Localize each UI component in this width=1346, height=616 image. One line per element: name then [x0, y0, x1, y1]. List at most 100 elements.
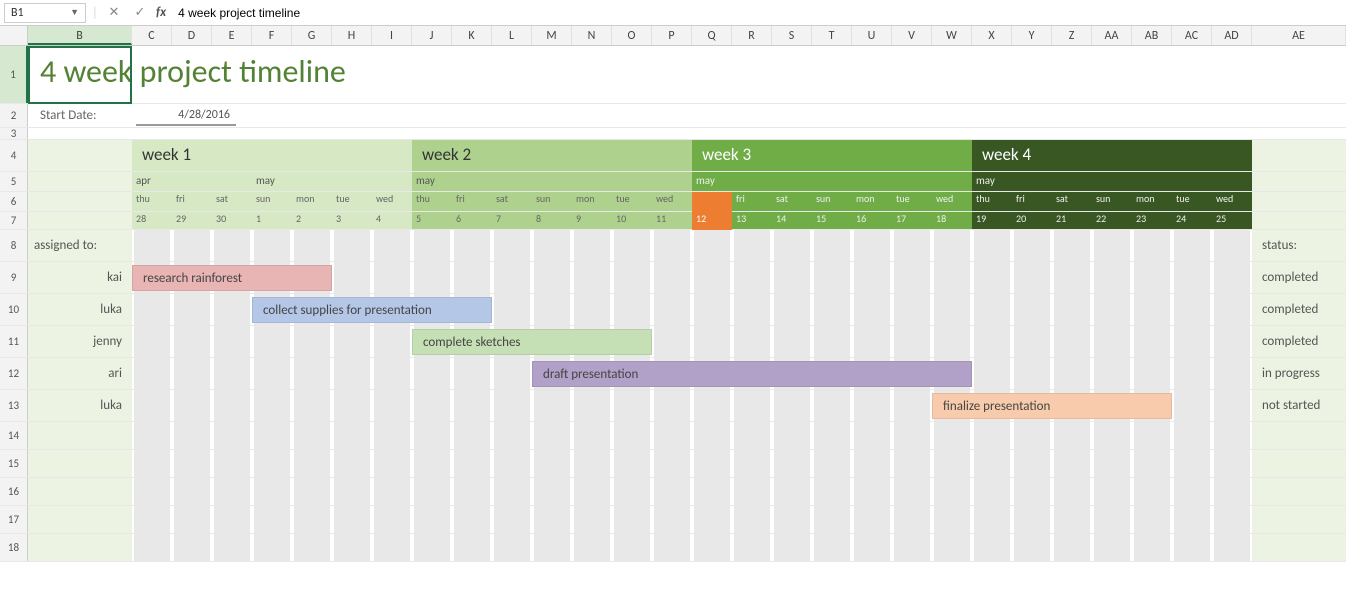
task-bar[interactable]: draft presentation: [532, 361, 972, 387]
row-header-11[interactable]: 11: [0, 326, 28, 357]
dow-8: fri: [456, 192, 465, 205]
row-header-18[interactable]: 18: [0, 534, 28, 561]
task-bar[interactable]: complete sketches: [412, 329, 652, 355]
month-label-2: may: [416, 174, 435, 187]
col-header-L[interactable]: L: [492, 26, 532, 45]
col-header-T[interactable]: T: [812, 26, 852, 45]
row-header-1[interactable]: 1: [0, 46, 28, 103]
assignee-cell[interactable]: kai: [28, 262, 128, 294]
col-header-F[interactable]: F: [252, 26, 292, 45]
daynum-14: 12: [696, 212, 706, 225]
dow-7: thu: [416, 192, 430, 205]
daynum-9: 7: [496, 212, 501, 225]
col-header-Y[interactable]: Y: [1012, 26, 1052, 45]
row-header-2[interactable]: 2: [0, 104, 28, 127]
status-cell[interactable]: completed: [1256, 262, 1318, 294]
col-header-G[interactable]: G: [292, 26, 332, 45]
check-icon[interactable]: ✓: [130, 5, 150, 20]
task-bar[interactable]: collect supplies for presentation: [252, 297, 492, 323]
dow-27: wed: [1216, 192, 1233, 205]
dow-3: sun: [256, 192, 270, 205]
row-header-8[interactable]: 8: [0, 230, 28, 261]
cancel-icon[interactable]: ✕: [104, 5, 124, 20]
row-header-3[interactable]: 3: [0, 128, 28, 139]
dow-18: mon: [856, 192, 875, 205]
week-label-1: week 1: [142, 144, 191, 165]
col-header-R[interactable]: R: [732, 26, 772, 45]
col-header-AC[interactable]: AC: [1172, 26, 1212, 45]
col-header-AA[interactable]: AA: [1092, 26, 1132, 45]
formula-input[interactable]: [172, 3, 1342, 23]
spreadsheet[interactable]: BCDEFGHIJKLMNOPQRSTUVWXYZAAABACADAE 14 w…: [0, 26, 1346, 562]
col-header-O[interactable]: O: [612, 26, 652, 45]
dow-1: fri: [176, 192, 185, 205]
row-header-15[interactable]: 15: [0, 450, 28, 477]
col-header-Z[interactable]: Z: [1052, 26, 1092, 45]
col-header-P[interactable]: P: [652, 26, 692, 45]
assignee-cell[interactable]: luka: [28, 294, 128, 326]
status-cell[interactable]: in progress: [1256, 358, 1320, 390]
col-header-K[interactable]: K: [452, 26, 492, 45]
daynum-1: 29: [176, 212, 186, 225]
dow-5: tue: [336, 192, 350, 205]
status-cell[interactable]: not started: [1256, 390, 1320, 422]
row-header-9[interactable]: 9: [0, 262, 28, 293]
col-header-AB[interactable]: AB: [1132, 26, 1172, 45]
row-header-5[interactable]: 5: [0, 172, 28, 191]
dow-9: sat: [496, 192, 508, 205]
col-header-S[interactable]: S: [772, 26, 812, 45]
row-header-12[interactable]: 12: [0, 358, 28, 389]
col-header-AE[interactable]: AE: [1252, 26, 1346, 45]
assignee-cell[interactable]: luka: [28, 390, 128, 422]
dow-21: thu: [976, 192, 990, 205]
col-header-N[interactable]: N: [572, 26, 612, 45]
daynum-10: 8: [536, 212, 541, 225]
fx-icon[interactable]: fx: [156, 5, 166, 20]
daynum-13: 11: [656, 212, 666, 225]
col-header-C[interactable]: C: [132, 26, 172, 45]
row-header-4[interactable]: 4: [0, 140, 28, 171]
col-header-W[interactable]: W: [932, 26, 972, 45]
month-label-1: apr: [136, 174, 151, 187]
daynum-15: 13: [736, 212, 746, 225]
row-header-16[interactable]: 16: [0, 478, 28, 505]
daynum-16: 14: [776, 212, 786, 225]
col-header-U[interactable]: U: [852, 26, 892, 45]
row-header-17[interactable]: 17: [0, 506, 28, 533]
col-header-E[interactable]: E: [212, 26, 252, 45]
status-cell[interactable]: completed: [1256, 294, 1318, 326]
col-header-I[interactable]: I: [372, 26, 412, 45]
row-header-13[interactable]: 13: [0, 390, 28, 421]
assignee-cell[interactable]: jenny: [28, 326, 128, 358]
col-header-AD[interactable]: AD: [1212, 26, 1252, 45]
dow-26: tue: [1176, 192, 1190, 205]
row-header-6[interactable]: 6: [0, 192, 28, 211]
dow-4: mon: [296, 192, 315, 205]
task-bar[interactable]: finalize presentation: [932, 393, 1172, 419]
daynum-18: 16: [856, 212, 866, 225]
row-header-10[interactable]: 10: [0, 294, 28, 325]
col-header-J[interactable]: J: [412, 26, 452, 45]
dow-22: fri: [1016, 192, 1025, 205]
row-header-14[interactable]: 14: [0, 422, 28, 449]
month-label-1b: may: [256, 174, 275, 187]
daynum-24: 22: [1096, 212, 1106, 225]
name-box[interactable]: B1 ▼: [4, 3, 86, 23]
col-header-B[interactable]: B: [28, 26, 132, 45]
row-header-7[interactable]: 7: [0, 212, 28, 229]
assignee-cell[interactable]: ari: [28, 358, 128, 390]
col-header-H[interactable]: H: [332, 26, 372, 45]
daynum-7: 5: [416, 212, 421, 225]
status-cell[interactable]: completed: [1256, 326, 1318, 358]
dow-15: fri: [736, 192, 745, 205]
start-date-value[interactable]: 4/28/2016: [136, 104, 236, 126]
col-header-D[interactable]: D: [172, 26, 212, 45]
col-header-Q[interactable]: Q: [692, 26, 732, 45]
col-header-X[interactable]: X: [972, 26, 1012, 45]
daynum-17: 15: [816, 212, 826, 225]
select-all-corner[interactable]: [0, 26, 28, 45]
col-header-M[interactable]: M: [532, 26, 572, 45]
dow-20: wed: [936, 192, 953, 205]
task-bar[interactable]: research rainforest: [132, 265, 332, 291]
col-header-V[interactable]: V: [892, 26, 932, 45]
